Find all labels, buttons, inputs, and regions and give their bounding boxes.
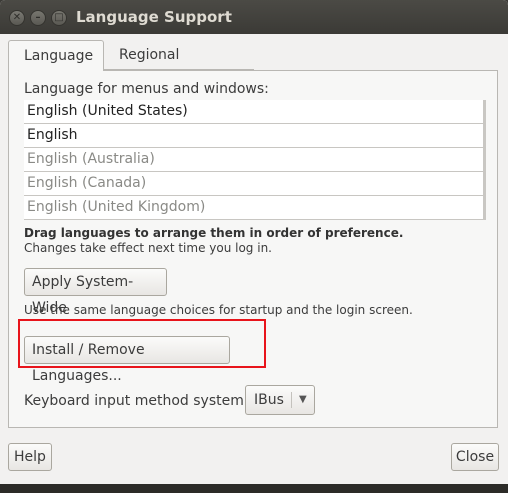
- chevron-down-icon: ▼: [299, 394, 307, 405]
- keyboard-input-value: IBus: [254, 392, 284, 408]
- close-button[interactable]: Close: [451, 443, 499, 471]
- window-minimize-button[interactable]: –: [30, 10, 46, 26]
- drag-hint: Drag languages to arrange them in order …: [24, 226, 404, 240]
- effect-hint: Changes take effect next time you log in…: [24, 241, 272, 255]
- apply-system-wide-button[interactable]: Apply System-Wide: [24, 268, 167, 316]
- language-item-english-united-states[interactable]: English (United States): [24, 100, 483, 124]
- help-button[interactable]: Help: [8, 443, 52, 471]
- close-icon: ✕: [12, 12, 22, 23]
- minimize-icon: –: [35, 12, 41, 23]
- language-item-english-canada[interactable]: English (Canada): [24, 172, 483, 196]
- desktop-taskbar: [0, 484, 508, 493]
- window-close-button[interactable]: ✕: [9, 10, 25, 26]
- keyboard-input-label: Keyboard input method system:: [24, 393, 249, 409]
- tab-regional-formats[interactable]: Regional Formats: [104, 40, 254, 93]
- language-item-english[interactable]: English: [24, 124, 483, 148]
- menus-language-label: Language for menus and windows:: [24, 81, 269, 97]
- window-maximize-button[interactable]: □: [51, 10, 67, 26]
- tab-language[interactable]: Language: [8, 40, 104, 71]
- keyboard-input-select[interactable]: IBus ▼: [245, 385, 315, 415]
- title-bar: ✕ – □ Language Support: [0, 0, 508, 34]
- window-title: Language Support: [76, 8, 232, 26]
- install-remove-languages-button[interactable]: Install / Remove Languages...: [24, 336, 230, 384]
- language-item-english-australia[interactable]: English (Australia): [24, 148, 483, 172]
- language-list[interactable]: English (United States) English English …: [24, 100, 486, 220]
- language-panel: Language for menus and windows: English …: [8, 70, 498, 428]
- language-support-window: ✕ – □ Language Support Language Regional…: [0, 0, 508, 484]
- select-divider: [291, 392, 292, 408]
- maximize-icon: □: [54, 12, 64, 23]
- language-item-english-united-kingdom[interactable]: English (United Kingdom): [24, 196, 483, 220]
- startup-hint: Use the same language choices for startu…: [24, 303, 413, 317]
